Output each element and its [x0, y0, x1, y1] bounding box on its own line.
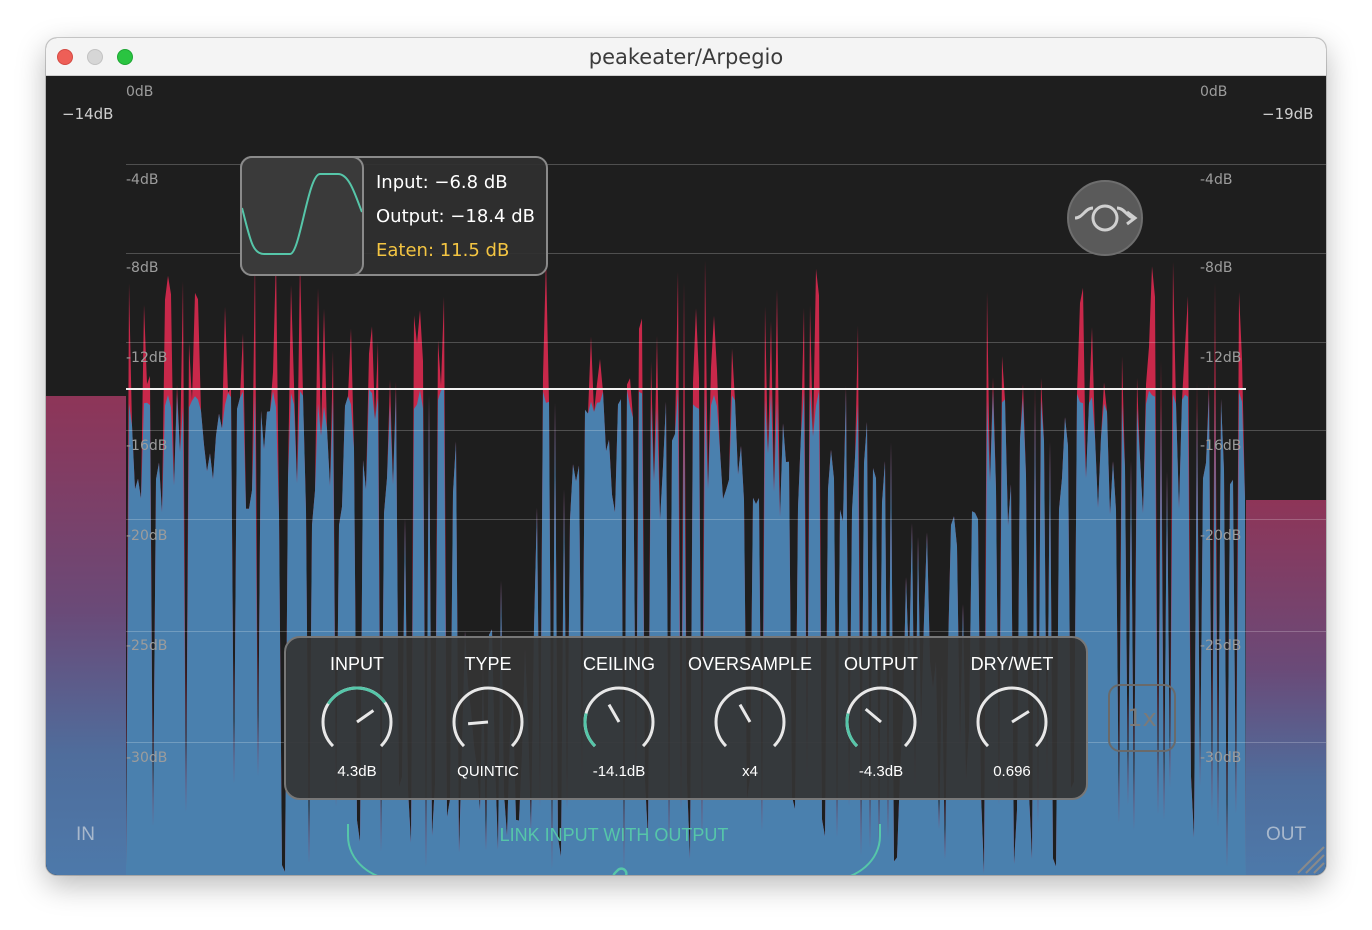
scale-label-right: -20dB [1200, 528, 1242, 544]
grid-line [126, 342, 1326, 343]
bypass-button[interactable] [1067, 180, 1143, 256]
scale-label-right: -4dB [1200, 172, 1233, 188]
scale-label-left: -4dB [126, 172, 159, 188]
knob-value: x4 [742, 763, 758, 780]
oversample-preview-button[interactable]: 1x [1108, 684, 1176, 752]
scale-label-right: -30dB [1200, 750, 1242, 766]
scale-label-left: -25dB [126, 638, 168, 654]
scale-label-right: -25dB [1200, 638, 1242, 654]
plugin-editor: 0dB 0dB -4dB -4dB -8dB -8dB -12dB -12dB -16dB -16… [46, 76, 1326, 875]
scale-label-right: 0dB [1200, 84, 1228, 100]
scale-label-left: -12dB [126, 350, 168, 366]
knob-oversample[interactable] [712, 684, 788, 760]
knob-group-ceiling: CEILING -14.1dB [554, 638, 684, 798]
knob-title: INPUT [330, 654, 384, 674]
knob-title: DRY/WET [970, 654, 1054, 674]
eaten-readout: Eaten: 11.5 dB [376, 240, 510, 261]
scale-label-right: -8dB [1200, 260, 1233, 276]
knob-value: QUINTIC [457, 763, 519, 780]
knob-type[interactable] [450, 684, 526, 760]
gain-info-panel: Input: −6.8 dB Output: −18.4 dB Eaten: 1… [240, 156, 548, 276]
link-input-output-toggle[interactable]: LINK INPUT WITH OUTPUT [496, 825, 732, 846]
scale-label-left: -8dB [126, 260, 159, 276]
scale-label-left: 0dB [126, 84, 154, 100]
title-bar[interactable]: peakeater/Arpegio [46, 38, 1326, 76]
knob-group-dry-wet: DRY/WET 0.696 [947, 638, 1077, 798]
scale-label-left: -20dB [126, 528, 168, 544]
grid-line [126, 519, 1326, 520]
knob-value: -14.1dB [592, 763, 646, 780]
knob-output[interactable] [843, 684, 919, 760]
knob-title: CEILING [582, 654, 656, 674]
knob-ceiling[interactable] [581, 684, 657, 760]
resize-grip-icon[interactable] [1290, 839, 1326, 875]
knob-value: -4.3dB [858, 763, 904, 780]
scale-label-right: -16dB [1200, 438, 1242, 454]
scale-label-right: -12dB [1200, 350, 1242, 366]
knob-dry-wet[interactable] [974, 684, 1050, 760]
plugin-window: peakeater/Arpegio 0dB 0dB -4dB -4dB -8dB -8dB… [46, 38, 1326, 875]
knob-title: TYPE [464, 654, 512, 674]
output-level-meter [1246, 500, 1326, 875]
waveshaper-curve-icon [240, 156, 364, 276]
scale-label-left: -16dB [126, 438, 168, 454]
chain-link-icon[interactable] [599, 864, 631, 875]
knob-value: 4.3dB [337, 763, 377, 780]
input-readout: Input: −6.8 dB [376, 172, 508, 193]
input-level-meter [46, 396, 126, 875]
knob-group-type: TYPE QUINTIC [423, 638, 553, 798]
knob-group-input: INPUT 4.3dB [292, 638, 422, 798]
knob-title: OVERSAMPLE [687, 654, 813, 674]
window-title: peakeater/Arpegio [588, 45, 784, 69]
input-peak-readout: −14dB [62, 105, 114, 123]
knob-value: 0.696 [993, 763, 1031, 780]
input-meter-label: IN [76, 824, 95, 845]
grid-line [126, 430, 1326, 431]
knob-title: OUTPUT [844, 654, 918, 674]
knob-group-oversample: OVERSAMPLE x4 [685, 638, 815, 798]
control-panel: INPUT 4.3dB TYPE QUINTIC CEILING -14.1dB OVERS… [284, 636, 1088, 800]
output-readout: Output: −18.4 dB [376, 206, 535, 227]
knob-group-output: OUTPUT -4.3dB [816, 638, 946, 798]
scale-label-left: -30dB [126, 750, 168, 766]
knob-input[interactable] [319, 684, 395, 760]
output-peak-readout: −19dB [1262, 105, 1314, 123]
ceiling-line[interactable] [126, 388, 1246, 390]
grid-line [126, 631, 1326, 632]
bypass-loop-icon [1074, 204, 1138, 232]
